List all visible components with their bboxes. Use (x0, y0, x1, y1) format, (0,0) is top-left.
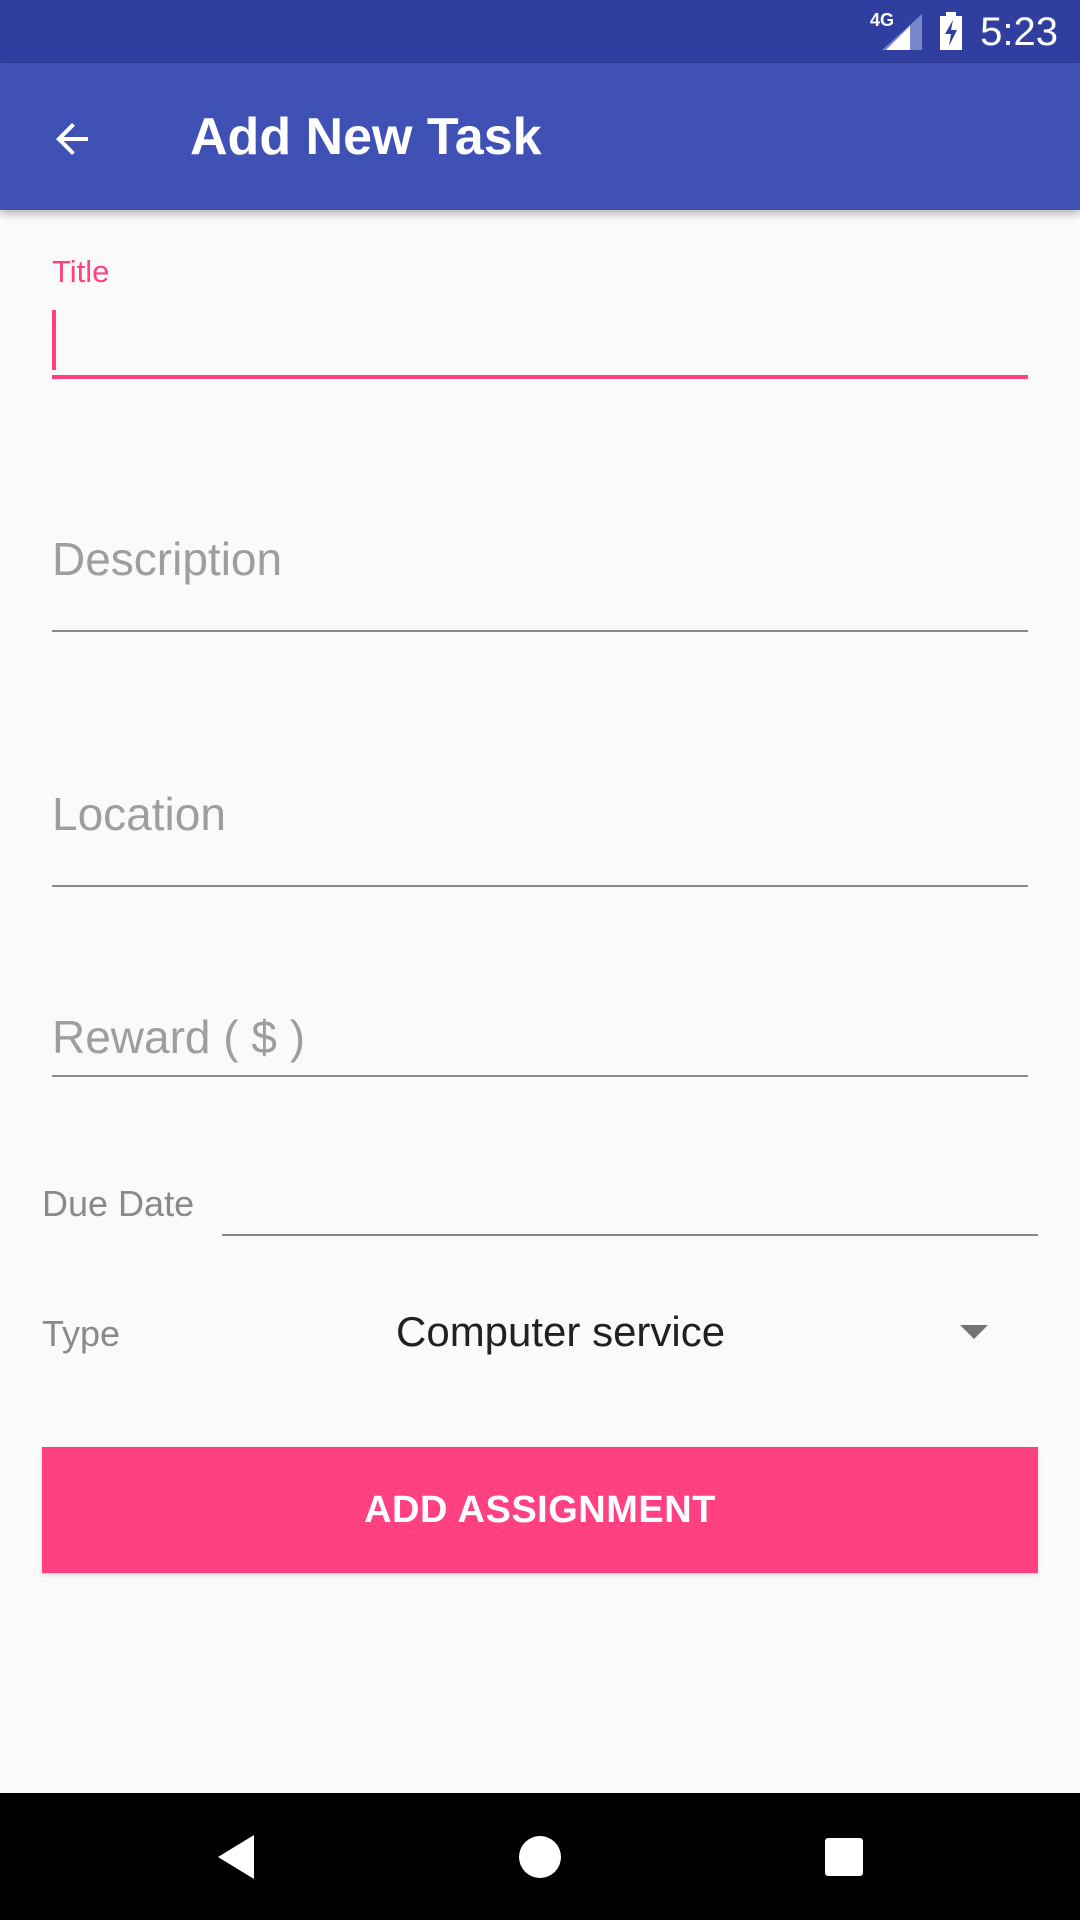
location-field[interactable]: Location (52, 775, 1028, 889)
title-field[interactable]: Title (52, 250, 1028, 380)
due-date-label: Due Date (42, 1183, 195, 1224)
back-button[interactable] (32, 99, 112, 179)
clock: 5:23 (980, 10, 1058, 54)
type-label: Type (42, 1313, 121, 1354)
description-underline (52, 630, 1028, 632)
add-assignment-button[interactable]: ADD ASSIGNMENT (42, 1447, 1038, 1573)
page-title: Add New Task (190, 108, 542, 166)
due-date-field[interactable] (222, 1150, 1038, 1238)
status-bar: 4G 5:23 (0, 0, 1080, 63)
location-placeholder: Location (52, 788, 226, 840)
square-recents-icon (825, 1838, 863, 1876)
circle-home-icon (519, 1836, 561, 1878)
description-placeholder: Description (52, 533, 283, 585)
app-bar: Add New Task (0, 63, 1080, 210)
type-selected-value: Computer service (396, 1308, 726, 1355)
title-label: Title (52, 254, 110, 289)
system-nav-bar (0, 1793, 1080, 1920)
dropdown-arrow-icon[interactable] (960, 1325, 988, 1339)
title-underline (52, 375, 1028, 379)
text-cursor (52, 310, 56, 370)
reward-underline (52, 1075, 1028, 1077)
arrow-back-icon (56, 123, 88, 155)
due-date-underline (222, 1234, 1038, 1236)
nav-back-button[interactable] (204, 1825, 268, 1889)
nav-recents-button[interactable] (812, 1825, 876, 1889)
nav-home-button[interactable] (508, 1825, 572, 1889)
location-underline (52, 885, 1028, 887)
reward-placeholder: Reward ( $ ) (52, 1011, 306, 1063)
battery-charging-icon (940, 12, 962, 50)
triangle-back-icon (218, 1835, 254, 1879)
signal-icon (882, 14, 922, 50)
description-field[interactable]: Description (52, 520, 1028, 634)
reward-field[interactable]: Reward ( $ ) (52, 1000, 1028, 1080)
